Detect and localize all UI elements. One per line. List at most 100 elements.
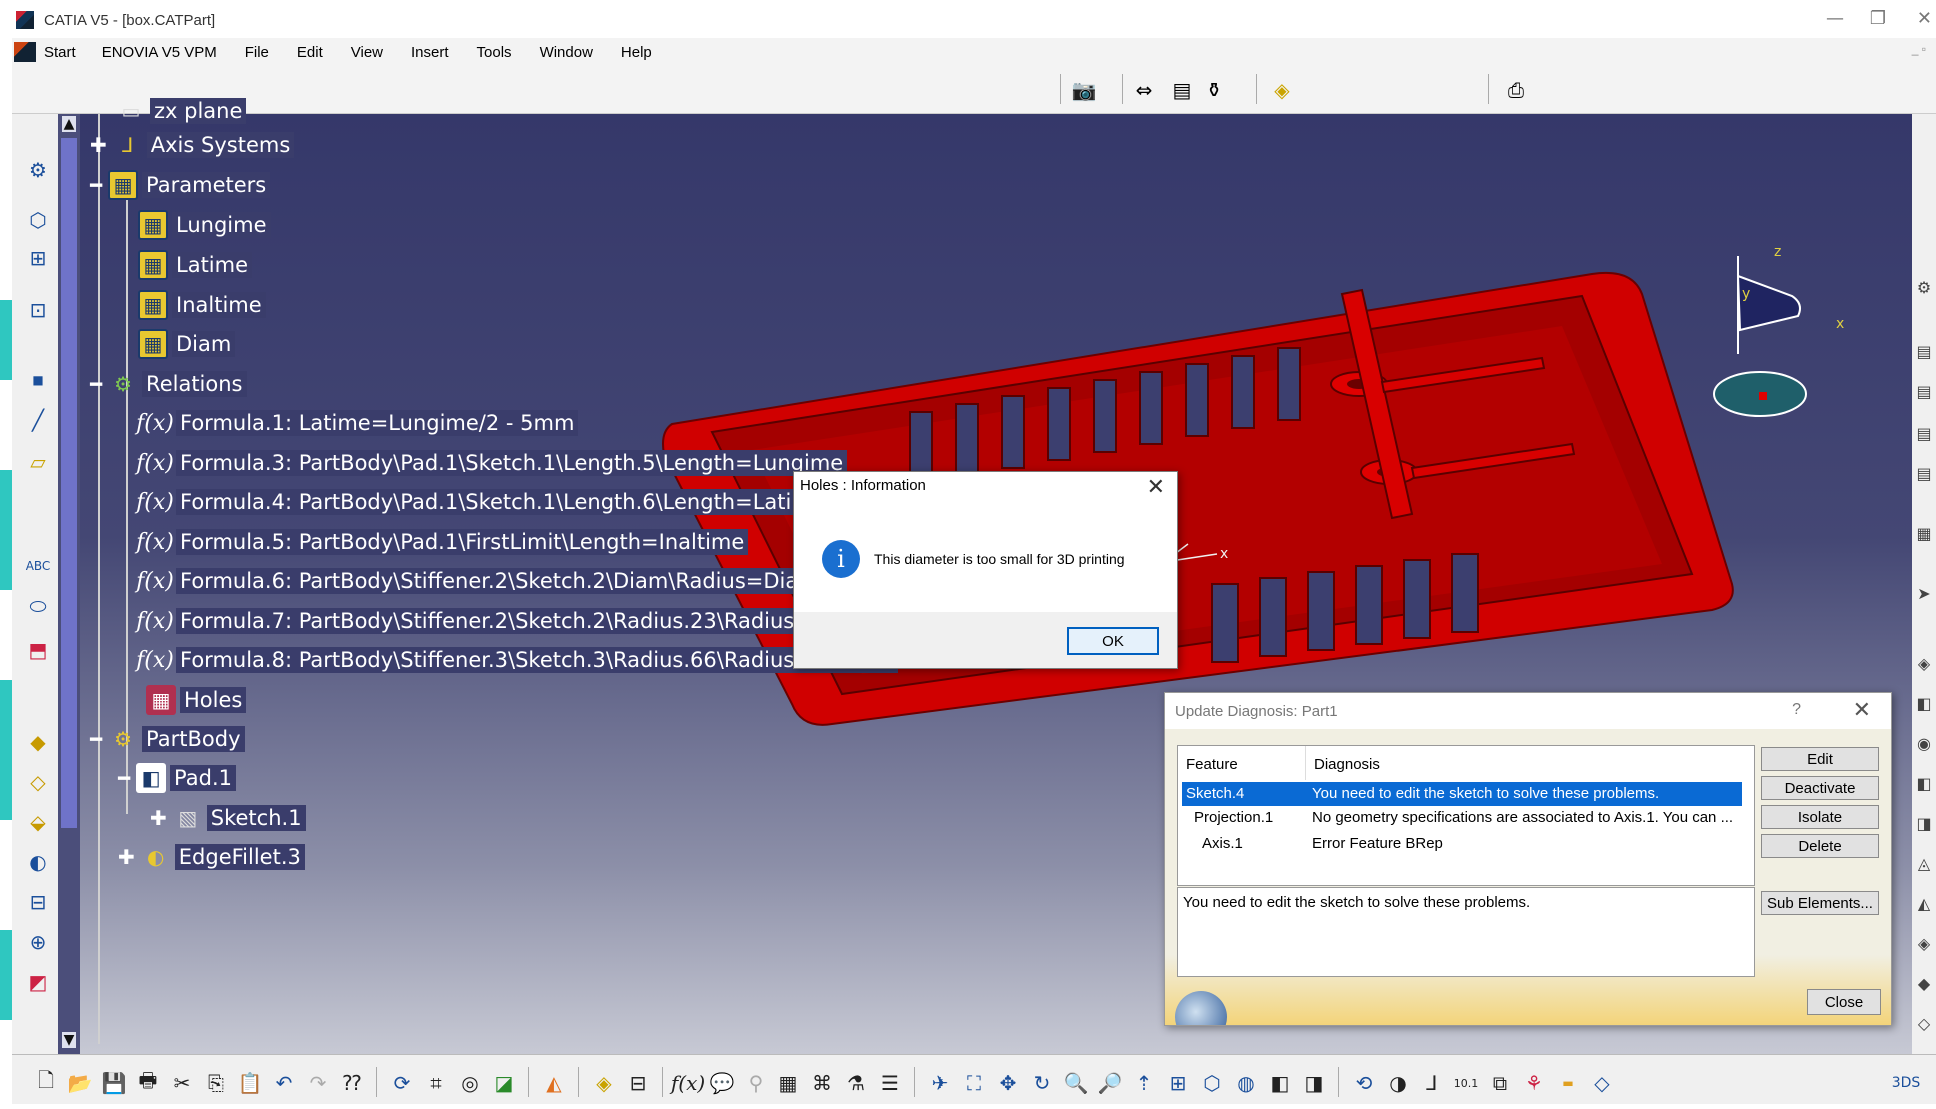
collapse-icon[interactable]: ━ xyxy=(90,372,102,396)
tool-icon[interactable]: ◉ xyxy=(1914,734,1934,756)
table-row[interactable]: Projection.1 No geometry specifications … xyxy=(1182,806,1742,830)
list-icon[interactable]: ☰ xyxy=(876,1069,904,1097)
dialog-close-icon[interactable]: ✕ xyxy=(1853,697,1871,723)
boolean-icon[interactable]: ◩ xyxy=(24,968,52,996)
design-table-icon[interactable]: ▦ xyxy=(774,1069,802,1097)
collapse-icon[interactable]: ━ xyxy=(118,766,130,790)
column-header-diagnosis[interactable]: Diagnosis xyxy=(1306,746,1754,780)
expand-icon[interactable]: ✚ xyxy=(150,806,167,830)
catalog-browser-icon[interactable]: ⎙ xyxy=(1502,76,1530,104)
snap-icon[interactable]: ⚘ xyxy=(1520,1069,1548,1097)
shading-icon[interactable]: ◍ xyxy=(1232,1069,1260,1097)
close-button[interactable]: Close xyxy=(1807,989,1881,1015)
balloon-icon[interactable]: ⬭ xyxy=(24,592,52,620)
tree-row-formula-7[interactable]: f(x) Formula.7: PartBody\Stiffener.2\Ske… xyxy=(136,604,899,638)
tool-icon[interactable]: ▦ xyxy=(1914,524,1934,546)
normal-view-icon[interactable]: ⇡ xyxy=(1130,1069,1158,1097)
tool-icon[interactable]: ◇ xyxy=(1914,1014,1934,1036)
navigation-icon[interactable]: ◑ xyxy=(1384,1069,1412,1097)
multi-view-icon[interactable]: ⊞ xyxy=(1164,1069,1192,1097)
swap-visible-space-icon[interactable]: ◨ xyxy=(1300,1069,1328,1097)
menu-enovia[interactable]: ENOVIA V5 VPM xyxy=(102,44,217,61)
expand-icon[interactable]: ✚ xyxy=(118,845,135,869)
tool-icon[interactable]: ◈ xyxy=(1914,654,1934,676)
tree-row-formula-4[interactable]: f(x) Formula.4: PartBody\Pad.1\Sketch.1\… xyxy=(136,485,829,519)
redo-icon[interactable]: ↷ xyxy=(304,1069,332,1097)
isolate-button[interactable]: Isolate xyxy=(1761,805,1879,829)
undo-icon[interactable]: ↶ xyxy=(270,1069,298,1097)
sketch-analysis-icon[interactable]: ⌗ xyxy=(422,1069,450,1097)
restore-icon[interactable]: ❐ xyxy=(1870,8,1886,29)
print-icon[interactable]: 🖶 xyxy=(134,1068,162,1097)
tree-row-formula-8[interactable]: f(x) Formula.8: PartBody\Stiffener.3\Ske… xyxy=(136,643,899,677)
reference-elements-icon[interactable]: ⬡ xyxy=(24,206,52,234)
refresh-icon[interactable]: ⟲ xyxy=(1350,1069,1378,1097)
catalog-icon[interactable]: ◭ xyxy=(540,1069,568,1097)
tree-row-inaltime[interactable]: ▦ Inaltime xyxy=(138,288,266,322)
fit-all-icon[interactable]: ⛶ xyxy=(960,1069,988,1097)
tool-icon[interactable]: ◭ xyxy=(1914,894,1934,916)
eraser-icon[interactable]: ◇ xyxy=(1588,1069,1616,1097)
tool-icon[interactable]: ▤ xyxy=(1914,382,1934,404)
shell-icon[interactable]: ⊟ xyxy=(24,888,52,916)
tree-row-formula-6[interactable]: f(x) Formula.6: PartBody\Stiffener.2\Ske… xyxy=(136,564,850,598)
knowledge-icon[interactable]: ⚲ xyxy=(742,1069,770,1097)
tree-row-edgefillet-3[interactable]: ✚ ◐ EdgeFillet.3 xyxy=(118,840,305,874)
menu-start[interactable]: Start xyxy=(44,44,76,61)
scrollbar-thumb[interactable] xyxy=(61,138,77,828)
tool-icon[interactable]: ▤ xyxy=(1914,464,1934,486)
axis-icon[interactable]: ⅃ xyxy=(1418,1069,1446,1097)
tool-icon[interactable]: ◧ xyxy=(1914,694,1934,716)
measure-readout[interactable]: 10.1 xyxy=(1452,1069,1480,1097)
deactivate-button[interactable]: Deactivate xyxy=(1761,776,1879,800)
tool-icon[interactable]: ◬ xyxy=(1914,854,1934,876)
hole-target-icon[interactable]: ⊕ xyxy=(24,928,52,956)
tool-icon[interactable]: ◆ xyxy=(1914,974,1934,996)
tree-row-formula-1[interactable]: f(x) Formula.1: Latime=Lungime/2 - 5mm xyxy=(136,406,579,440)
text-annotation-icon[interactable]: ABC xyxy=(24,552,52,580)
iso-view-icon[interactable]: ⬡ xyxy=(1198,1069,1226,1097)
hide-show-icon[interactable]: ◧ xyxy=(1266,1069,1294,1097)
zoom-out-icon[interactable]: 🔎 xyxy=(1096,1069,1124,1097)
line-icon[interactable]: ╱ xyxy=(24,406,52,434)
select-arrow-icon[interactable]: ➤ xyxy=(1914,584,1934,606)
save-icon[interactable]: 💾 xyxy=(100,1069,128,1097)
ok-button[interactable]: OK xyxy=(1067,627,1159,655)
menu-tools[interactable]: Tools xyxy=(477,44,512,61)
tool-icon[interactable]: ▤ xyxy=(1914,342,1934,364)
tree-row-zx-plane[interactable]: ▭ zx plane xyxy=(116,94,247,128)
sketcher-icon[interactable]: ⚙ xyxy=(24,156,52,184)
grid-icon[interactable]: ⊞ xyxy=(24,244,52,272)
tree-row-formula-5[interactable]: f(x) Formula.5: PartBody\Pad.1\FirstLimi… xyxy=(136,525,749,559)
formula-icon[interactable]: f(x) xyxy=(671,1069,705,1097)
law-icon[interactable]: ⚗ xyxy=(842,1069,870,1097)
collapse-icon[interactable]: ━ xyxy=(90,727,102,751)
copy-icon[interactable]: ⎘ xyxy=(202,1069,230,1097)
tool-icon[interactable]: ◧ xyxy=(1914,774,1934,796)
tree-row-sketch-1[interactable]: ✚ ▧ Sketch.1 xyxy=(150,801,306,835)
menu-view[interactable]: View xyxy=(351,44,383,61)
tree-row-relations[interactable]: ━ ⚙ Relations xyxy=(90,367,247,401)
tool-icon[interactable]: ▤ xyxy=(1914,424,1934,446)
menu-help[interactable]: Help xyxy=(621,44,652,61)
menu-edit[interactable]: Edit xyxy=(297,44,323,61)
layer-icon[interactable]: ⧉ xyxy=(1486,1069,1514,1097)
scroll-up-arrow-icon[interactable]: ▲ xyxy=(62,116,76,132)
publication-icon[interactable]: ◈ xyxy=(590,1069,618,1097)
scan-icon[interactable]: ⊟ xyxy=(624,1069,652,1097)
minimize-icon[interactable]: — xyxy=(1826,8,1844,29)
update-icon[interactable]: ⟳ xyxy=(388,1069,416,1097)
sub-elements-button[interactable]: Sub Elements... xyxy=(1761,891,1879,915)
tool-icon[interactable]: ◨ xyxy=(1914,814,1934,836)
rotate-icon[interactable]: ↻ xyxy=(1028,1069,1056,1097)
close-window-icon[interactable]: ✕ xyxy=(1917,8,1932,29)
comment-icon[interactable]: 💬 xyxy=(708,1069,736,1097)
expand-icon[interactable]: ✚ xyxy=(90,133,107,157)
color-icon[interactable]: ▬ xyxy=(1554,1069,1582,1097)
table-row[interactable]: Axis.1 Error Feature BRep xyxy=(1182,832,1742,856)
stamp-icon[interactable]: ⬒ xyxy=(24,636,52,664)
whats-this-icon[interactable]: ⁇ xyxy=(338,1069,366,1097)
menu-window[interactable]: Window xyxy=(540,44,593,61)
tree-row-axis-systems[interactable]: ✚ ⅃ Axis Systems xyxy=(90,128,295,162)
plane-icon[interactable]: ▱ xyxy=(24,448,52,476)
